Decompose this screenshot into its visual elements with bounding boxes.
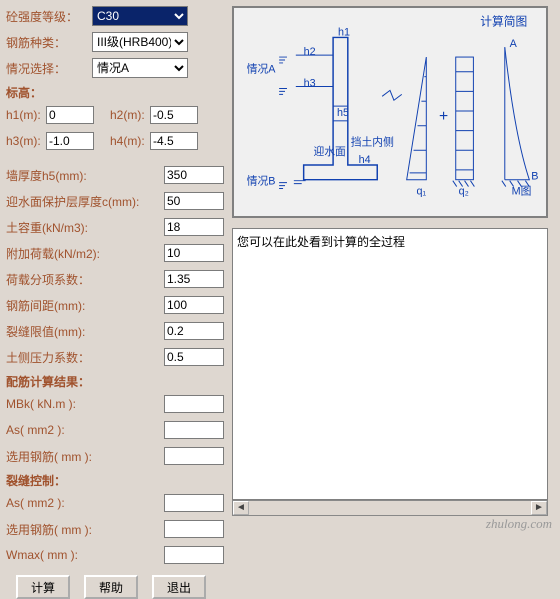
scroll-left-icon[interactable]: ◄ (233, 501, 249, 515)
cover-label: 迎水面保护层厚度c(mm): (6, 193, 164, 210)
addload-label: 附加荷载(kN/m2): (6, 245, 164, 262)
mbk-output[interactable] (164, 395, 224, 413)
svg-text:挡土内侧: 挡土内侧 (351, 135, 394, 148)
calculation-log[interactable]: 您可以在此处看到计算的全过程 (232, 228, 548, 500)
svg-text:q₁: q₁ (416, 185, 426, 197)
as2-label: As( mm2 ): (6, 496, 164, 510)
sel2-label: 选用钢筋( mm ): (6, 521, 164, 538)
as2-output[interactable] (164, 494, 224, 512)
diagram-title: 计算简图 (480, 15, 527, 29)
svg-text:h2: h2 (304, 46, 316, 58)
elevation-section: 标高： (6, 84, 224, 101)
svg-text:情况B: 情况B (247, 175, 276, 188)
h2-input[interactable] (150, 106, 198, 124)
mbk-label: MBk( kN.m ): (6, 397, 164, 411)
calculation-diagram: 计算简图 h1 h2 h3 h4 h5 情况A 情况B 迎水面 挡土内侧 q₁ … (232, 6, 548, 218)
spacing-input[interactable] (164, 296, 224, 314)
rebar-type-select[interactable]: III级(HRB400) (92, 32, 188, 52)
horizontal-scrollbar[interactable]: ◄ ► (232, 500, 548, 516)
help-button[interactable]: 帮助 (84, 575, 138, 599)
sel1-output[interactable] (164, 447, 224, 465)
rebar-result-section: 配筋计算结果： (6, 373, 224, 390)
crack-label: 裂缝限值(mm): (6, 323, 164, 340)
cover-input[interactable] (164, 192, 224, 210)
case-label: 情况选择： (6, 60, 92, 77)
crack-input[interactable] (164, 322, 224, 340)
earth-input[interactable] (164, 348, 224, 366)
svg-text:迎水面: 迎水面 (313, 146, 346, 158)
h5-input[interactable] (164, 166, 224, 184)
sel2-output[interactable] (164, 520, 224, 538)
case-select[interactable]: 情况A (92, 58, 188, 78)
svg-text:情况A: 情况A (247, 63, 277, 76)
svg-text:h4: h4 (359, 154, 371, 166)
svg-text:A: A (510, 38, 518, 50)
grade-label: 砼强度等级： (6, 8, 92, 25)
rebar-type-label: 钢筋种类： (6, 34, 92, 51)
h2-label: h2(m): (110, 108, 150, 122)
spacing-label: 钢筋间距(mm): (6, 297, 164, 314)
earth-label: 土侧压力系数： (6, 349, 164, 366)
h3-input[interactable] (46, 132, 94, 150)
calculation-log-placeholder: 您可以在此处看到计算的全过程 (237, 235, 405, 249)
calc-button[interactable]: 计算 (16, 575, 70, 599)
wmax-label: Wmax( mm ): (6, 548, 164, 562)
loadfac-input[interactable] (164, 270, 224, 288)
h4-input[interactable] (150, 132, 198, 150)
svg-text:q₂: q₂ (459, 185, 469, 197)
as1-output[interactable] (164, 421, 224, 439)
wmax-output[interactable] (164, 546, 224, 564)
crack-result-section: 裂缝控制： (6, 472, 224, 489)
addload-input[interactable] (164, 244, 224, 262)
left-panel: 砼强度等级： C30 钢筋种类： III级(HRB400) 情况选择： 情况A … (6, 6, 224, 599)
grade-select[interactable]: C30 (92, 6, 188, 26)
soil-input[interactable] (164, 218, 224, 236)
h5-label: 墙厚度h5(mm): (6, 167, 164, 184)
svg-text:M图: M图 (512, 185, 532, 197)
svg-text:h3: h3 (304, 77, 316, 89)
svg-text:+: + (439, 108, 448, 125)
sel1-label: 选用钢筋( mm ): (6, 448, 164, 465)
loadfac-label: 荷载分项系数： (6, 271, 164, 288)
exit-button[interactable]: 退出 (152, 575, 206, 599)
h1-input[interactable] (46, 106, 94, 124)
h3-label: h3(m): (6, 134, 46, 148)
watermark: zhulong.com (486, 516, 552, 532)
svg-text:h5: h5 (337, 107, 349, 119)
soil-label: 土容重(kN/m3): (6, 219, 164, 236)
svg-text:h1: h1 (338, 26, 350, 38)
scroll-right-icon[interactable]: ► (531, 501, 547, 515)
svg-text:B: B (531, 171, 538, 183)
h4-label: h4(m): (110, 134, 150, 148)
as1-label: As( mm2 ): (6, 423, 164, 437)
h1-label: h1(m): (6, 108, 46, 122)
